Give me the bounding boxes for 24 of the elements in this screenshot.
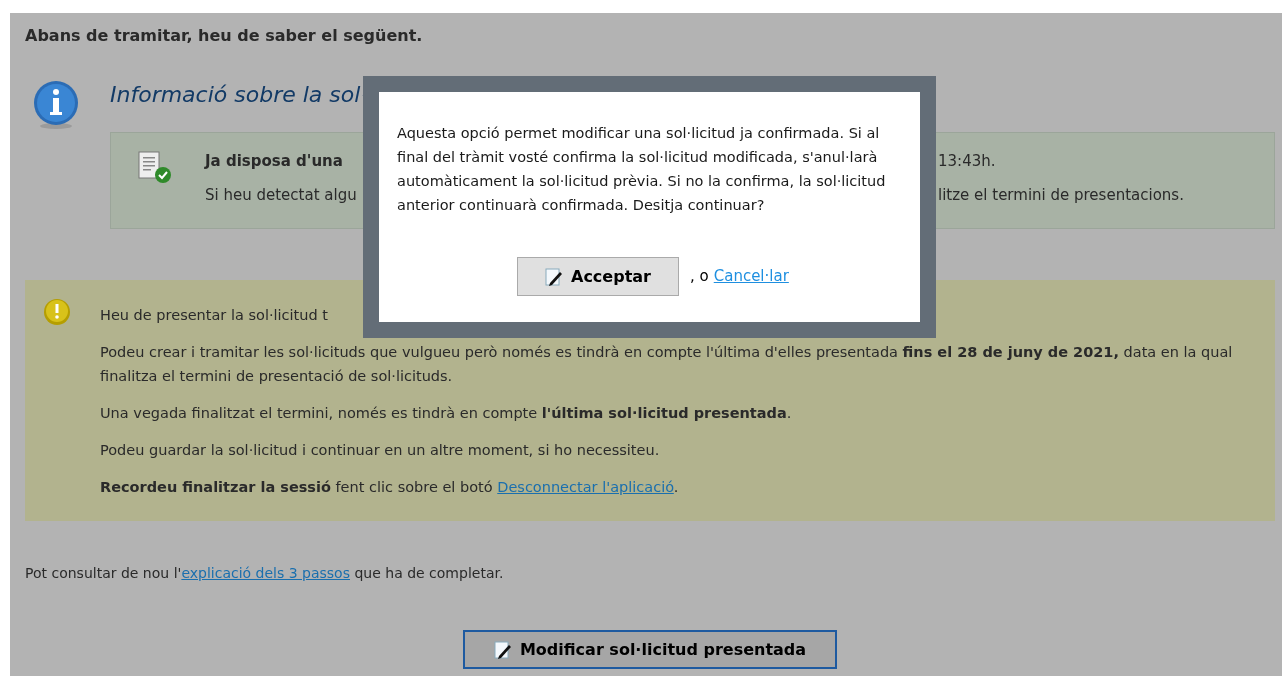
notice-text: 13:43h. [938, 151, 997, 171]
document-check-icon [137, 151, 173, 185]
warning-paragraph: Podeu crear i tramitar les sol·licituds que vulgueu però només es tindrà en compte l'última d'elles presentada fins el 28 de juny de 2021, data en la qual finalitza el termini de presentació de sol·licituds. [100, 343, 1234, 386]
info-icon [33, 80, 79, 130]
modify-button[interactable]: Modificar sol·licitud presentada [463, 630, 837, 669]
warning-paragraph: Podeu guardar la sol·licitud i continuar en un altre moment, si ho necessiteu. [100, 441, 661, 460]
steps-link[interactable]: explicació dels 3 passos [181, 565, 350, 581]
help-text: Pot consultar de nou l'explicació dels 3 passos que ha de completar. [25, 564, 505, 583]
warning-paragraph: Una vegada finalitzat el termini, només es tindrà en compte l'última sol·licitud presentada. [100, 404, 793, 423]
info-title: Informació sobre la sol· [110, 81, 369, 109]
warning-paragraph: Recordeu finalitzar la sessió fent clic sobre el botó Desconnectar l'aplicació. [100, 478, 680, 497]
dialog-message: Aquesta opció permet modificar una sol·licitud ja confirmada. Si al final del tràmit vosté confirma la sol·licitud modificada, s'anul·larà automàticament la sol·licitud prèvia. Si no la confirma, la sol·licitud anterior continuarà confirmada. Desitja continuar? [397, 124, 887, 215]
notice-text: litze el termini de presentacions. [938, 185, 1184, 205]
edit-icon [493, 639, 512, 660]
separator-text: , o [690, 266, 709, 288]
accept-button[interactable]: Acceptar [517, 257, 679, 296]
cancel-link[interactable]: Cancel·lar [713, 265, 789, 288]
notice-text: Si heu detectat algu [205, 185, 357, 205]
section-heading: Abans de tramitar, heu de saber el següent. [25, 25, 424, 47]
notice-title: Ja disposa d'una [205, 151, 343, 171]
warning-paragraph: Heu de presentar la sol·licitud t [100, 306, 329, 325]
disconnect-link[interactable]: Desconnectar l'aplicació [497, 479, 674, 495]
edit-icon [545, 266, 563, 287]
warning-icon [43, 298, 71, 326]
